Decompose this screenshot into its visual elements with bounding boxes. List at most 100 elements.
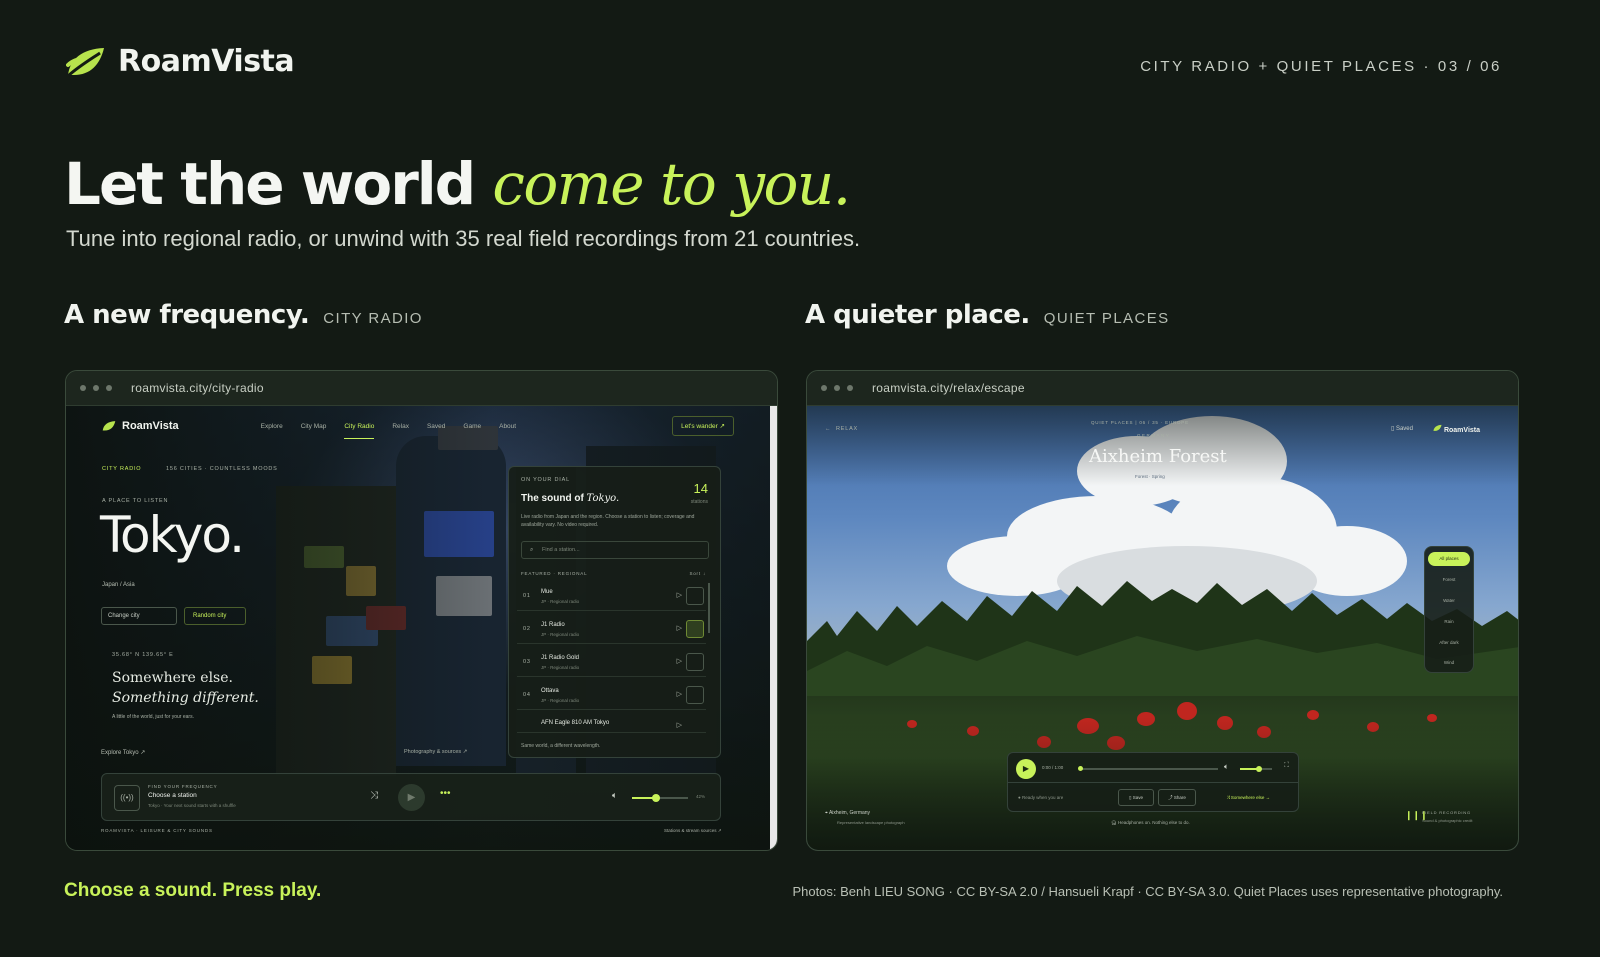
volume-icon[interactable]: 🔈︎ — [612, 790, 617, 801]
progress-bar[interactable] — [1078, 766, 1218, 771]
lets-wander-button[interactable]: Let's wander ↗ — [672, 416, 734, 436]
station-row[interactable]: 01 Mue JP · Regional radio ▷ — [517, 581, 706, 611]
share-button[interactable]: ⤴ Share — [1158, 789, 1196, 806]
section-tag: QUIET PLACES — [1043, 310, 1170, 327]
browser-bar: roamvista.city/city-radio — [66, 371, 777, 406]
volume-knob[interactable] — [1256, 766, 1263, 772]
section-title: A new frequency. — [64, 300, 310, 330]
play-icon[interactable]: ▷ — [677, 690, 682, 698]
somewhere-else-button[interactable]: ⤨ Somewhere else → — [1226, 795, 1270, 800]
window-dot-icon[interactable] — [80, 385, 86, 391]
filter-rain[interactable]: Rain — [1425, 619, 1473, 624]
bookmark-icon[interactable] — [686, 620, 704, 638]
site-brand-name: RoamVista — [122, 420, 179, 432]
play-icon[interactable]: ▷ — [677, 721, 682, 729]
fullscreen-icon[interactable]: ⛶ — [1284, 762, 1289, 770]
more-icon[interactable]: ••• — [440, 788, 451, 799]
hero-title: Let the world come to you. — [64, 150, 851, 218]
stream-sources-link[interactable]: Stations & stream sources ↗ — [664, 828, 722, 834]
site-nav-links: Explore City Map City Radio Relax Saved … — [261, 423, 516, 439]
page-kicker: CITY RADIO — [102, 466, 142, 472]
volume-percent: 42% — [696, 794, 706, 799]
station-row[interactable]: AFN Eagle 810 AM Tokyo ▷ — [517, 713, 706, 733]
nav-relax[interactable]: Relax — [392, 423, 409, 430]
nav-game[interactable]: Game — [463, 423, 481, 430]
section-title: A quieter place. — [805, 300, 1030, 330]
site-brand[interactable]: RoamVista — [1433, 424, 1480, 434]
station-sort[interactable]: Sort ↓ — [689, 571, 706, 576]
quiet-places-browser-frame: roamvista.city/relax/escape ← RELAX QUIE… — [806, 370, 1519, 851]
nav-explore[interactable]: Explore — [261, 423, 283, 430]
station-row[interactable]: 03 J1 Radio Gold JP · Regional radio ▷ — [517, 647, 706, 677]
photo-sources-link[interactable]: Photography & sources ↗ — [404, 749, 467, 755]
city-name: Tokyo. — [100, 506, 245, 564]
station-search-input[interactable]: ⌕ Find a station... — [521, 541, 709, 559]
save-button[interactable]: ▯ Save — [1118, 789, 1154, 806]
leaf-logo-icon — [1433, 424, 1442, 431]
field-recording-credit[interactable]: Sound & photographic credit — [1422, 818, 1472, 823]
page-scrollbar[interactable] — [770, 406, 777, 850]
station-list-label: FEATURED · REGIONAL — [521, 571, 588, 576]
filter-wind[interactable]: Wind — [1425, 660, 1473, 665]
play-icon[interactable]: ▷ — [677, 624, 682, 632]
address-bar-url[interactable]: roamvista.city/city-radio — [131, 381, 264, 395]
filter-after-dark[interactable]: After dark — [1425, 640, 1473, 645]
bookmark-icon[interactable] — [686, 686, 704, 704]
station-count-label: stations — [690, 499, 708, 505]
filter-rail: All places Forest Water Rain After dark … — [1424, 546, 1474, 673]
play-button[interactable]: ▶ — [398, 784, 425, 811]
address-bar-url[interactable]: roamvista.city/relax/escape — [872, 381, 1025, 395]
station-row[interactable]: 04 Ottava JP · Regional radio ▷ — [517, 680, 706, 710]
city-location: Japan / Asia — [102, 582, 135, 588]
window-dot-icon[interactable] — [106, 385, 112, 391]
city-coordinates: 35.68° N 139.65° E — [112, 652, 174, 658]
play-icon[interactable]: ▷ — [677, 657, 682, 665]
radio-player: ((•)) FIND YOUR FREQUENCY Choose a stati… — [101, 773, 721, 821]
brand-name: RoamVista — [118, 44, 295, 79]
panel-footer: Same world, a different wavelength. — [521, 743, 601, 749]
hero-title-accent: come to you. — [492, 150, 851, 218]
bookmark-icon[interactable] — [686, 653, 704, 671]
list-scrollbar[interactable] — [708, 583, 710, 633]
volume-slider[interactable] — [632, 794, 688, 802]
place-name: Aixheim Forest — [1089, 446, 1227, 467]
headphones-note: 🎧︎ Headphones on. Nothing else to do. — [1111, 820, 1190, 825]
explore-city-link[interactable]: Explore Tokyo ↗ — [101, 749, 145, 756]
panel-description: Live radio from Japan and the region. Ch… — [521, 514, 695, 528]
station-row[interactable]: 02 J1 Radio JP · Regional radio ▷ — [517, 614, 706, 644]
play-icon[interactable]: ▷ — [677, 591, 682, 599]
bookmark-icon[interactable] — [686, 587, 704, 605]
window-dot-icon[interactable] — [834, 385, 840, 391]
nav-city-map[interactable]: City Map — [301, 423, 327, 430]
window-dot-icon[interactable] — [821, 385, 827, 391]
change-city-select[interactable]: Change city — [101, 607, 177, 625]
filter-water[interactable]: Water — [1425, 598, 1473, 603]
play-button[interactable]: ▶ — [1016, 759, 1036, 779]
brand[interactable]: RoamVista — [66, 44, 295, 79]
radio-signal-icon: ((•)) — [114, 785, 140, 811]
filter-forest[interactable]: Forest — [1425, 577, 1473, 582]
leaf-logo-icon — [102, 421, 116, 431]
player-subtitle: Tokyo · Your next sound starts with a sh… — [148, 803, 236, 808]
site-brand[interactable]: RoamVista — [102, 420, 179, 432]
eyebrow: A PLACE TO LISTEN — [102, 498, 169, 504]
volume-slider[interactable] — [1240, 766, 1272, 772]
saved-link[interactable]: ▯ Saved — [1391, 425, 1413, 432]
panel-title: The sound of Tokyo. — [521, 493, 620, 504]
progress-knob[interactable] — [1078, 766, 1083, 771]
window-dot-icon[interactable] — [847, 385, 853, 391]
window-dot-icon[interactable] — [93, 385, 99, 391]
tagline-1: Somewhere else. — [112, 670, 233, 686]
volume-knob[interactable] — [651, 794, 660, 802]
ambient-player: ▶ 0:00 / 1:00 🔈︎ ⛶ ● Ready when you are … — [1007, 752, 1299, 812]
shuffle-icon[interactable]: ⤨ — [370, 790, 378, 801]
random-city-button[interactable]: Random city — [184, 607, 246, 625]
nav-city-radio[interactable]: City Radio — [344, 423, 375, 439]
filter-all-places[interactable]: All places — [1428, 552, 1470, 566]
nav-saved[interactable]: Saved — [427, 423, 445, 430]
back-link[interactable]: ← RELAX — [825, 426, 858, 432]
nav-about[interactable]: About — [499, 423, 516, 430]
player-eyebrow: FIND YOUR FREQUENCY — [148, 784, 218, 789]
browser-bar: roamvista.city/relax/escape — [807, 371, 1518, 406]
volume-icon[interactable]: 🔈︎ — [1224, 762, 1229, 772]
